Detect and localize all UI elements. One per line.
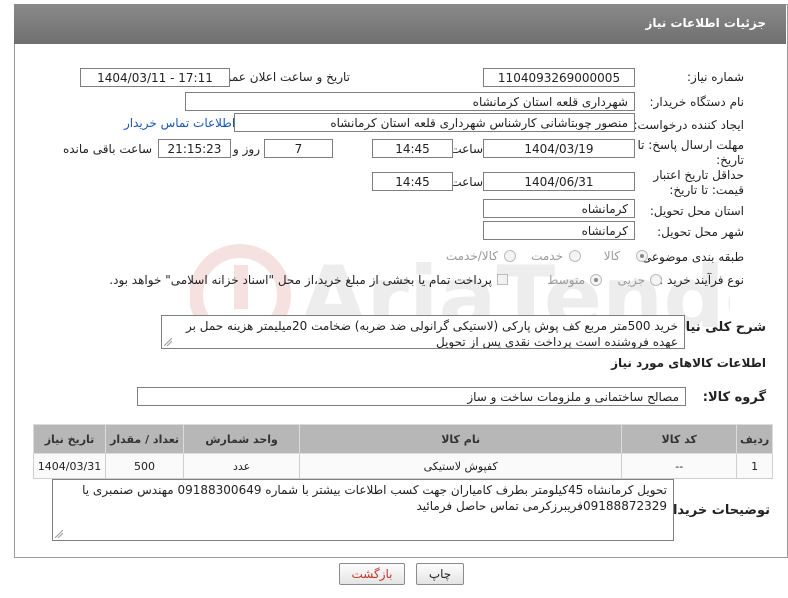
- process-label: نوع فرآیند خرید :: [659, 273, 744, 287]
- treasury-payment-checkbox[interactable]: [497, 274, 508, 285]
- creator-field: منصور چوبتاشانی کارشناس شهرداری قلعه است…: [234, 113, 635, 132]
- buyer-notes-textarea: تحویل کرمانشاه 45کیلومتر بطرف کامیاران ج…: [52, 479, 674, 541]
- buyer-org-label: نام دستگاه خریدار:: [649, 95, 745, 109]
- summary-text: خرید 500متر مربع کف پوش پارکی (لاستیکی گ…: [186, 319, 678, 349]
- col-name-header: نام کالا: [299, 424, 623, 454]
- title-bar: جزئیات اطلاعات نیاز: [14, 4, 786, 44]
- process-medium-radio[interactable]: [590, 274, 602, 286]
- reply-time-label: ساعت: [450, 142, 483, 156]
- resize-grip-icon[interactable]: [164, 338, 172, 346]
- buyer-org-field: شهرداری قلعه استان کرمانشاه: [185, 92, 635, 111]
- goods-info-title: اطلاعات کالاهای مورد نیاز: [611, 356, 766, 370]
- remaining-label: ساعت باقی مانده: [62, 142, 152, 156]
- remaining-time-field: 21:15:23: [158, 139, 231, 158]
- category-goods-label: کالا: [603, 249, 620, 263]
- col-row-header: ردیف: [736, 424, 773, 454]
- need-number-field: 1104093269000005: [483, 68, 635, 87]
- category-label: طبقه بندی موضوعی:: [637, 250, 744, 264]
- buyer-notes-label: توضیحات خریدار:: [660, 503, 770, 518]
- table-header-row: تاریخ نیاز تعداد / مقدار واحد شمارش نام …: [32, 424, 773, 454]
- creator-label: ایجاد کننده درخواست:: [633, 118, 744, 132]
- category-service-label: خدمت: [531, 249, 563, 263]
- city-field: کرمانشاه: [483, 221, 635, 240]
- cell-qty: 500: [105, 453, 185, 479]
- price-validity-label: حداقل تاریخ اعتبار قیمت: تا تاریخ:: [653, 168, 744, 197]
- days-label: روز و: [233, 142, 260, 156]
- province-field: کرمانشاه: [483, 199, 635, 218]
- buyer-contact-link[interactable]: اطلاعات تماس خریدار: [124, 116, 235, 130]
- treasury-payment-note: پرداخت تمام یا بخشی از مبلغ خرید،از محل …: [109, 273, 492, 287]
- city-label: شهر محل تحویل:: [657, 225, 744, 239]
- reply-date-field: 1404/03/19: [483, 139, 635, 158]
- category-goods-radio[interactable]: [636, 250, 648, 262]
- cell-unit: عدد: [183, 453, 301, 479]
- price-date-field: 1404/06/31: [483, 172, 635, 191]
- reply-time-field: 14:45: [372, 139, 453, 158]
- window-title: جزئیات اطلاعات نیاز: [645, 16, 766, 30]
- reply-deadline-label: مهلت ارسال پاسخ: تا تاریخ:: [637, 138, 744, 167]
- col-qty-header: تعداد / مقدار: [105, 424, 185, 454]
- back-button[interactable]: بازگشت: [339, 563, 405, 585]
- goods-group-label: گروه کالا:: [702, 390, 766, 405]
- process-minor-label: جزیی: [617, 273, 645, 287]
- process-minor-radio[interactable]: [650, 274, 662, 286]
- summary-textarea: خرید 500متر مربع کف پوش پارکی (لاستیکی گ…: [161, 315, 685, 349]
- table-row: 1404/03/31 500 عدد کفپوش لاستیکی -- 1: [32, 453, 773, 479]
- category-service-radio[interactable]: [569, 250, 581, 262]
- process-medium-label: متوسط: [547, 273, 585, 287]
- summary-label: شرح کلی نیاز:: [672, 320, 766, 335]
- announce-date-field: 1404/03/11 - 17:11: [80, 68, 230, 87]
- col-date-header: تاریخ نیاز: [32, 424, 107, 454]
- buyer-notes-text: تحویل کرمانشاه 45کیلومتر بطرف کامیاران ج…: [82, 483, 667, 513]
- category-both-radio[interactable]: [504, 250, 516, 262]
- cell-name: کفپوش لاستیکی: [299, 453, 623, 479]
- price-time-label: ساعت: [450, 175, 483, 189]
- province-label: استان محل تحویل:: [649, 204, 744, 218]
- resize-grip-icon[interactable]: [55, 530, 63, 538]
- print-button[interactable]: چاپ: [416, 563, 464, 585]
- category-both-label: کالا/خدمت: [445, 249, 498, 263]
- items-table: تاریخ نیاز تعداد / مقدار واحد شمارش نام …: [32, 424, 773, 479]
- days-field: 7: [264, 139, 333, 158]
- col-code-header: کد کالا: [621, 424, 738, 454]
- cell-row: 1: [736, 453, 773, 479]
- col-unit-header: واحد شمارش: [183, 424, 301, 454]
- cell-code: --: [621, 453, 738, 479]
- need-number-label: شماره نیاز:: [687, 70, 744, 84]
- cell-date: 1404/03/31: [32, 453, 107, 479]
- price-time-field: 14:45: [372, 172, 453, 191]
- goods-group-field: مصالح ساختمانی و ملزومات ساخت و ساز: [137, 387, 686, 406]
